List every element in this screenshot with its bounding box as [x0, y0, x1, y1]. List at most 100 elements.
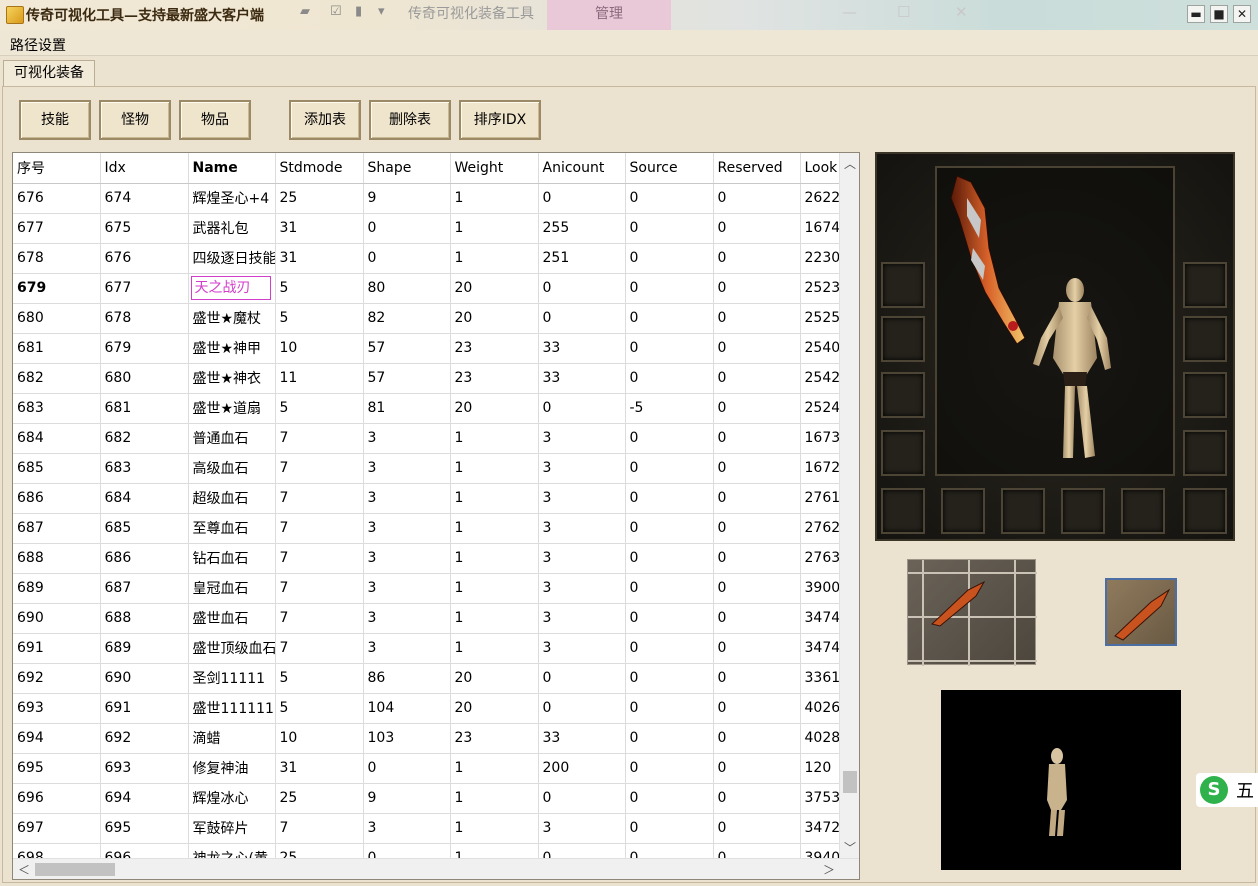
- equip-slot-helmet[interactable]: [881, 316, 925, 362]
- equip-slot-amulet[interactable]: [1183, 316, 1227, 362]
- table-row[interactable]: 682 680 盛世★神衣 11 57 23 33 0 0 2542: [13, 363, 839, 394]
- table-cell[interactable]: 23: [450, 363, 539, 394]
- table-cell[interactable]: 1674: [800, 213, 839, 244]
- row-number-cell[interactable]: 679: [13, 273, 101, 304]
- row-number-cell[interactable]: 689: [13, 573, 101, 604]
- row-number-cell[interactable]: 697: [13, 813, 101, 844]
- table-cell[interactable]: 57: [363, 333, 451, 364]
- row-number-cell[interactable]: 676: [13, 183, 101, 214]
- table-cell[interactable]: 圣剑11111: [188, 663, 276, 694]
- table-cell[interactable]: 3474: [800, 603, 839, 634]
- table-cell[interactable]: 0: [625, 273, 714, 304]
- table-row[interactable]: 688 686 钻石血石 7 3 1 3 0 0 2763: [13, 543, 839, 574]
- table-cell[interactable]: 251: [538, 243, 626, 274]
- table-cell[interactable]: 皇冠血石: [188, 573, 276, 604]
- table-cell[interactable]: 120: [800, 753, 839, 784]
- table-cell[interactable]: 3: [538, 573, 626, 604]
- column-header-stdmode[interactable]: Stdmode: [275, 153, 364, 184]
- sort-idx-button[interactable]: 排序IDX: [459, 100, 541, 140]
- table-cell[interactable]: 3: [363, 483, 451, 514]
- equip-slot-mount[interactable]: [1183, 488, 1227, 534]
- table-cell[interactable]: 3: [538, 423, 626, 454]
- table-cell[interactable]: 7: [275, 813, 364, 844]
- table-cell[interactable]: 20: [450, 663, 539, 694]
- table-cell[interactable]: 普通血石: [188, 423, 276, 454]
- table-cell[interactable]: 0: [625, 573, 714, 604]
- table-cell[interactable]: 20: [450, 693, 539, 724]
- column-header-reserved[interactable]: Reserved: [713, 153, 801, 184]
- table-cell[interactable]: 25: [275, 843, 364, 858]
- row-number-cell[interactable]: 682: [13, 363, 101, 394]
- table-cell[interactable]: 0: [625, 633, 714, 664]
- table-cell[interactable]: 683: [100, 453, 189, 484]
- table-cell[interactable]: 687: [100, 573, 189, 604]
- menu-path-settings[interactable]: 路径设置: [10, 35, 66, 55]
- equip-slot-belt[interactable]: [941, 488, 985, 534]
- table-cell[interactable]: 0: [713, 213, 801, 244]
- table-cell[interactable]: 盛世★魔杖: [188, 303, 276, 334]
- item-button[interactable]: 物品: [179, 100, 251, 140]
- table-cell[interactable]: 2230: [800, 243, 839, 274]
- table-cell[interactable]: 1: [450, 453, 539, 484]
- table-cell[interactable]: 0: [713, 663, 801, 694]
- table-cell[interactable]: 2523: [800, 273, 839, 304]
- table-cell[interactable]: 军鼓碎片: [188, 813, 276, 844]
- manage-context-tab[interactable]: 管理: [547, 0, 671, 30]
- table-cell[interactable]: 0: [538, 393, 626, 424]
- table-cell[interactable]: 天之战刃: [188, 273, 276, 304]
- table-cell[interactable]: 0: [625, 453, 714, 484]
- scroll-down-icon[interactable]: ﹀: [844, 839, 856, 856]
- column-header-weight[interactable]: Weight: [450, 153, 539, 184]
- row-number-cell[interactable]: 678: [13, 243, 101, 274]
- table-cell[interactable]: 0: [625, 663, 714, 694]
- table-cell[interactable]: 686: [100, 543, 189, 574]
- table-cell[interactable]: 7: [275, 453, 364, 484]
- table-row[interactable]: 686 684 超级血石 7 3 1 3 0 0 2761: [13, 483, 839, 514]
- table-cell[interactable]: 689: [100, 633, 189, 664]
- table-cell[interactable]: 7: [275, 423, 364, 454]
- table-cell[interactable]: 0: [625, 513, 714, 544]
- table-cell[interactable]: 688: [100, 603, 189, 634]
- table-cell[interactable]: 20: [450, 303, 539, 334]
- table-cell[interactable]: 0: [713, 513, 801, 544]
- row-number-cell[interactable]: 680: [13, 303, 101, 334]
- table-cell[interactable]: 3: [538, 483, 626, 514]
- table-cell[interactable]: 3472: [800, 813, 839, 844]
- table-cell[interactable]: 1: [450, 813, 539, 844]
- table-row[interactable]: 687 685 至尊血石 7 3 1 3 0 0 2762: [13, 513, 839, 544]
- table-cell[interactable]: 681: [100, 393, 189, 424]
- row-number-cell[interactable]: 684: [13, 423, 101, 454]
- table-cell[interactable]: 0: [538, 303, 626, 334]
- table-cell[interactable]: 7: [275, 573, 364, 604]
- table-cell[interactable]: 3: [363, 513, 451, 544]
- equip-slot-ring-right[interactable]: [1183, 430, 1227, 476]
- equip-slot-bottom-5[interactable]: [1121, 488, 1165, 534]
- table-cell[interactable]: 0: [625, 213, 714, 244]
- delete-table-button[interactable]: 删除表: [369, 100, 451, 140]
- row-number-cell[interactable]: 690: [13, 603, 101, 634]
- equip-slot-stone[interactable]: [1061, 488, 1105, 534]
- vertical-scroll-thumb[interactable]: [843, 771, 857, 793]
- table-cell[interactable]: 31: [275, 213, 364, 244]
- vertical-scrollbar[interactable]: ︿ ﹀: [839, 153, 859, 858]
- row-number-cell[interactable]: 694: [13, 723, 101, 754]
- row-number-cell[interactable]: 677: [13, 213, 101, 244]
- table-cell[interactable]: 5: [275, 663, 364, 694]
- table-cell[interactable]: 3: [363, 573, 451, 604]
- table-cell[interactable]: 1: [450, 573, 539, 604]
- table-cell[interactable]: 31: [275, 753, 364, 784]
- table-row[interactable]: 695 693 修复神油 31 0 1 200 0 0 120: [13, 753, 839, 784]
- table-cell[interactable]: 0: [713, 273, 801, 304]
- scroll-up-icon[interactable]: ︿: [844, 155, 856, 172]
- table-cell[interactable]: 33: [538, 363, 626, 394]
- table-row[interactable]: 683 681 盛世★道扇 5 81 20 0 -5 0 2524: [13, 393, 839, 424]
- equip-slot-ring-left[interactable]: [881, 430, 925, 476]
- scroll-left-icon[interactable]: ＜: [18, 861, 30, 878]
- table-cell[interactable]: 1: [450, 633, 539, 664]
- table-cell[interactable]: 3: [363, 633, 451, 664]
- table-cell[interactable]: 辉煌圣心+4: [188, 183, 276, 214]
- column-header-seq[interactable]: 序号: [13, 153, 101, 184]
- table-cell[interactable]: 3: [363, 423, 451, 454]
- row-number-cell[interactable]: 685: [13, 453, 101, 484]
- row-number-cell[interactable]: 698: [13, 843, 101, 858]
